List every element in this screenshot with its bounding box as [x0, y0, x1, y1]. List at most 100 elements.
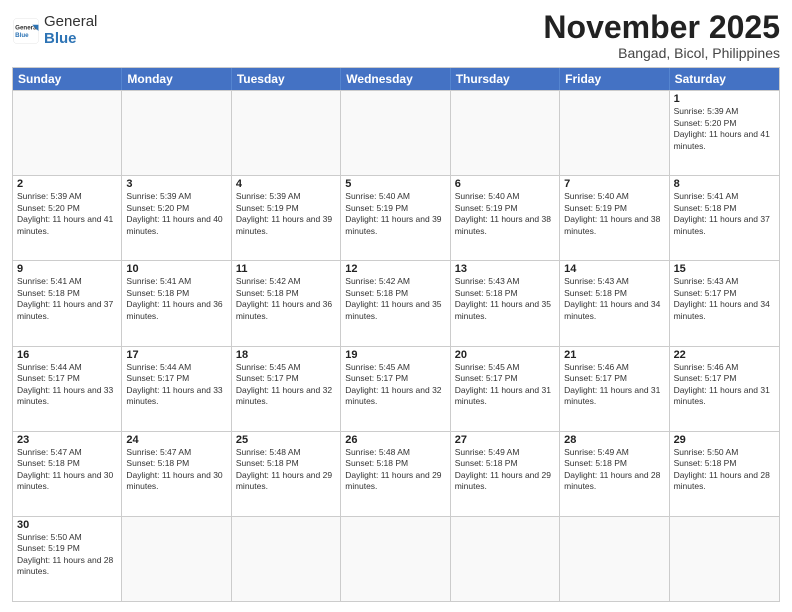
cal-cell-empty [122, 517, 231, 601]
subtitle: Bangad, Bicol, Philippines [543, 45, 780, 61]
day-info: Sunrise: 5:39 AMSunset: 5:20 PMDaylight:… [126, 191, 226, 237]
day-number: 15 [674, 263, 775, 275]
header: General Blue General Blue November 2025 … [12, 10, 780, 61]
day-number: 7 [564, 178, 664, 190]
day-info: Sunrise: 5:47 AMSunset: 5:18 PMDaylight:… [126, 447, 226, 493]
day-number: 22 [674, 349, 775, 361]
day-number: 11 [236, 263, 336, 275]
day-number: 5 [345, 178, 445, 190]
cal-cell-day-15: 15Sunrise: 5:43 AMSunset: 5:17 PMDayligh… [670, 261, 779, 345]
cal-cell-empty [341, 517, 450, 601]
day-number: 30 [17, 519, 117, 531]
calendar-header-row: SundayMondayTuesdayWednesdayThursdayFrid… [13, 68, 779, 90]
cal-header-tuesday: Tuesday [232, 68, 341, 90]
day-info: Sunrise: 5:45 AMSunset: 5:17 PMDaylight:… [455, 362, 555, 408]
day-info: Sunrise: 5:48 AMSunset: 5:18 PMDaylight:… [236, 447, 336, 493]
cal-header-wednesday: Wednesday [341, 68, 450, 90]
day-info: Sunrise: 5:43 AMSunset: 5:18 PMDaylight:… [455, 276, 555, 322]
cal-cell-day-22: 22Sunrise: 5:46 AMSunset: 5:17 PMDayligh… [670, 347, 779, 431]
day-info: Sunrise: 5:39 AMSunset: 5:19 PMDaylight:… [236, 191, 336, 237]
day-info: Sunrise: 5:47 AMSunset: 5:18 PMDaylight:… [17, 447, 117, 493]
day-info: Sunrise: 5:50 AMSunset: 5:19 PMDaylight:… [17, 532, 117, 578]
day-info: Sunrise: 5:41 AMSunset: 5:18 PMDaylight:… [126, 276, 226, 322]
day-number: 25 [236, 434, 336, 446]
cal-cell-day-30: 30Sunrise: 5:50 AMSunset: 5:19 PMDayligh… [13, 517, 122, 601]
cal-week-2: 9Sunrise: 5:41 AMSunset: 5:18 PMDaylight… [13, 260, 779, 345]
day-number: 4 [236, 178, 336, 190]
day-number: 28 [564, 434, 664, 446]
day-info: Sunrise: 5:41 AMSunset: 5:18 PMDaylight:… [674, 191, 775, 237]
cal-cell-day-19: 19Sunrise: 5:45 AMSunset: 5:17 PMDayligh… [341, 347, 450, 431]
cal-cell-day-17: 17Sunrise: 5:44 AMSunset: 5:17 PMDayligh… [122, 347, 231, 431]
cal-cell-empty [451, 517, 560, 601]
calendar: SundayMondayTuesdayWednesdayThursdayFrid… [12, 67, 780, 602]
title-block: November 2025 Bangad, Bicol, Philippines [543, 10, 780, 61]
cal-header-monday: Monday [122, 68, 231, 90]
day-info: Sunrise: 5:50 AMSunset: 5:18 PMDaylight:… [674, 447, 775, 493]
day-number: 29 [674, 434, 775, 446]
logo: General Blue General Blue [12, 14, 97, 47]
day-number: 8 [674, 178, 775, 190]
cal-cell-day-2: 2Sunrise: 5:39 AMSunset: 5:20 PMDaylight… [13, 176, 122, 260]
day-number: 9 [17, 263, 117, 275]
cal-cell-empty [560, 517, 669, 601]
cal-week-1: 2Sunrise: 5:39 AMSunset: 5:20 PMDaylight… [13, 175, 779, 260]
day-number: 21 [564, 349, 664, 361]
cal-cell-day-11: 11Sunrise: 5:42 AMSunset: 5:18 PMDayligh… [232, 261, 341, 345]
logo-icon: General Blue [12, 17, 40, 45]
day-info: Sunrise: 5:40 AMSunset: 5:19 PMDaylight:… [455, 191, 555, 237]
day-info: Sunrise: 5:49 AMSunset: 5:18 PMDaylight:… [455, 447, 555, 493]
day-info: Sunrise: 5:42 AMSunset: 5:18 PMDaylight:… [236, 276, 336, 322]
cal-cell-day-14: 14Sunrise: 5:43 AMSunset: 5:18 PMDayligh… [560, 261, 669, 345]
cal-cell-day-20: 20Sunrise: 5:45 AMSunset: 5:17 PMDayligh… [451, 347, 560, 431]
day-info: Sunrise: 5:46 AMSunset: 5:17 PMDaylight:… [674, 362, 775, 408]
cal-cell-empty [451, 91, 560, 175]
cal-cell-empty [122, 91, 231, 175]
cal-cell-day-7: 7Sunrise: 5:40 AMSunset: 5:19 PMDaylight… [560, 176, 669, 260]
day-number: 18 [236, 349, 336, 361]
day-number: 20 [455, 349, 555, 361]
day-number: 16 [17, 349, 117, 361]
logo-wordmark: General Blue [44, 14, 97, 47]
day-number: 27 [455, 434, 555, 446]
cal-cell-day-26: 26Sunrise: 5:48 AMSunset: 5:18 PMDayligh… [341, 432, 450, 516]
day-info: Sunrise: 5:41 AMSunset: 5:18 PMDaylight:… [17, 276, 117, 322]
cal-cell-day-23: 23Sunrise: 5:47 AMSunset: 5:18 PMDayligh… [13, 432, 122, 516]
day-number: 24 [126, 434, 226, 446]
cal-cell-empty [13, 91, 122, 175]
day-info: Sunrise: 5:45 AMSunset: 5:17 PMDaylight:… [236, 362, 336, 408]
cal-cell-day-10: 10Sunrise: 5:41 AMSunset: 5:18 PMDayligh… [122, 261, 231, 345]
day-info: Sunrise: 5:43 AMSunset: 5:17 PMDaylight:… [674, 276, 775, 322]
cal-cell-empty [232, 91, 341, 175]
day-info: Sunrise: 5:39 AMSunset: 5:20 PMDaylight:… [17, 191, 117, 237]
day-info: Sunrise: 5:40 AMSunset: 5:19 PMDaylight:… [345, 191, 445, 237]
day-number: 19 [345, 349, 445, 361]
day-number: 13 [455, 263, 555, 275]
day-info: Sunrise: 5:49 AMSunset: 5:18 PMDaylight:… [564, 447, 664, 493]
day-number: 3 [126, 178, 226, 190]
day-info: Sunrise: 5:40 AMSunset: 5:19 PMDaylight:… [564, 191, 664, 237]
cal-cell-day-3: 3Sunrise: 5:39 AMSunset: 5:20 PMDaylight… [122, 176, 231, 260]
cal-cell-day-8: 8Sunrise: 5:41 AMSunset: 5:18 PMDaylight… [670, 176, 779, 260]
day-number: 23 [17, 434, 117, 446]
cal-week-5: 30Sunrise: 5:50 AMSunset: 5:19 PMDayligh… [13, 516, 779, 601]
day-info: Sunrise: 5:43 AMSunset: 5:18 PMDaylight:… [564, 276, 664, 322]
cal-cell-empty [232, 517, 341, 601]
day-info: Sunrise: 5:48 AMSunset: 5:18 PMDaylight:… [345, 447, 445, 493]
day-info: Sunrise: 5:45 AMSunset: 5:17 PMDaylight:… [345, 362, 445, 408]
cal-cell-day-5: 5Sunrise: 5:40 AMSunset: 5:19 PMDaylight… [341, 176, 450, 260]
cal-header-sunday: Sunday [13, 68, 122, 90]
day-info: Sunrise: 5:46 AMSunset: 5:17 PMDaylight:… [564, 362, 664, 408]
cal-week-0: 1Sunrise: 5:39 AMSunset: 5:20 PMDaylight… [13, 90, 779, 175]
cal-cell-day-27: 27Sunrise: 5:49 AMSunset: 5:18 PMDayligh… [451, 432, 560, 516]
day-number: 26 [345, 434, 445, 446]
day-info: Sunrise: 5:42 AMSunset: 5:18 PMDaylight:… [345, 276, 445, 322]
cal-cell-day-4: 4Sunrise: 5:39 AMSunset: 5:19 PMDaylight… [232, 176, 341, 260]
day-number: 12 [345, 263, 445, 275]
cal-cell-day-16: 16Sunrise: 5:44 AMSunset: 5:17 PMDayligh… [13, 347, 122, 431]
day-info: Sunrise: 5:44 AMSunset: 5:17 PMDaylight:… [17, 362, 117, 408]
day-number: 14 [564, 263, 664, 275]
day-info: Sunrise: 5:39 AMSunset: 5:20 PMDaylight:… [674, 106, 775, 152]
calendar-body: 1Sunrise: 5:39 AMSunset: 5:20 PMDaylight… [13, 90, 779, 601]
cal-cell-day-29: 29Sunrise: 5:50 AMSunset: 5:18 PMDayligh… [670, 432, 779, 516]
